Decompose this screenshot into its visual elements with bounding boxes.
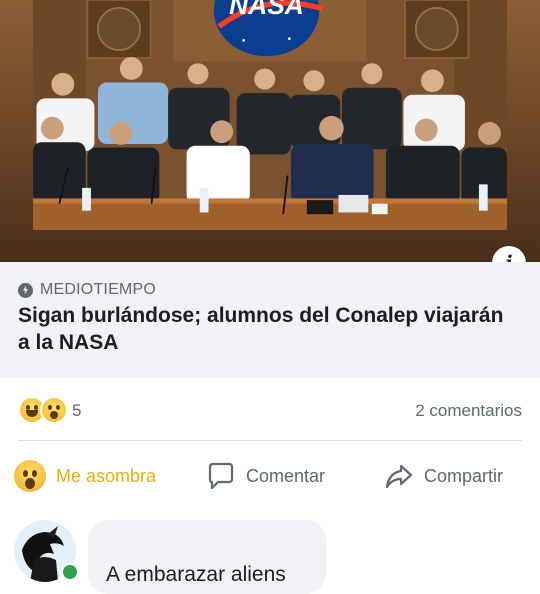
share-button[interactable]: Compartir bbox=[384, 458, 503, 494]
link-source-label: MEDIOTIEMPO bbox=[40, 281, 156, 298]
react-button[interactable]: Me asombra bbox=[14, 458, 156, 494]
online-status-dot bbox=[60, 562, 80, 582]
link-source: MEDIOTIEMPO bbox=[18, 281, 156, 299]
reaction-count[interactable]: 5 bbox=[72, 401, 81, 421]
divider bbox=[18, 440, 522, 441]
wow-icon bbox=[14, 460, 46, 492]
nasa-sign: NASA bbox=[229, 0, 304, 20]
wow-icon bbox=[40, 396, 68, 424]
bolt-icon bbox=[18, 282, 33, 298]
share-label: Compartir bbox=[424, 465, 504, 486]
comments-count[interactable]: 2 comentarios bbox=[415, 401, 522, 421]
react-label: Me asombra bbox=[56, 465, 157, 486]
comment-button[interactable]: Comentar bbox=[206, 458, 325, 494]
photo-scene: NASA bbox=[32, 0, 508, 230]
comment-text: A embarazar aliens bbox=[106, 563, 286, 586]
share-icon bbox=[385, 464, 413, 489]
comment-label: Comentar bbox=[246, 465, 326, 486]
comment-icon bbox=[208, 462, 234, 490]
reaction-summary[interactable]: 5 2 comentarios bbox=[0, 392, 540, 426]
post-photo[interactable]: NASA bbox=[0, 0, 540, 262]
link-headline[interactable]: Sigan burlándose; alumnos del Conalep vi… bbox=[18, 302, 518, 356]
